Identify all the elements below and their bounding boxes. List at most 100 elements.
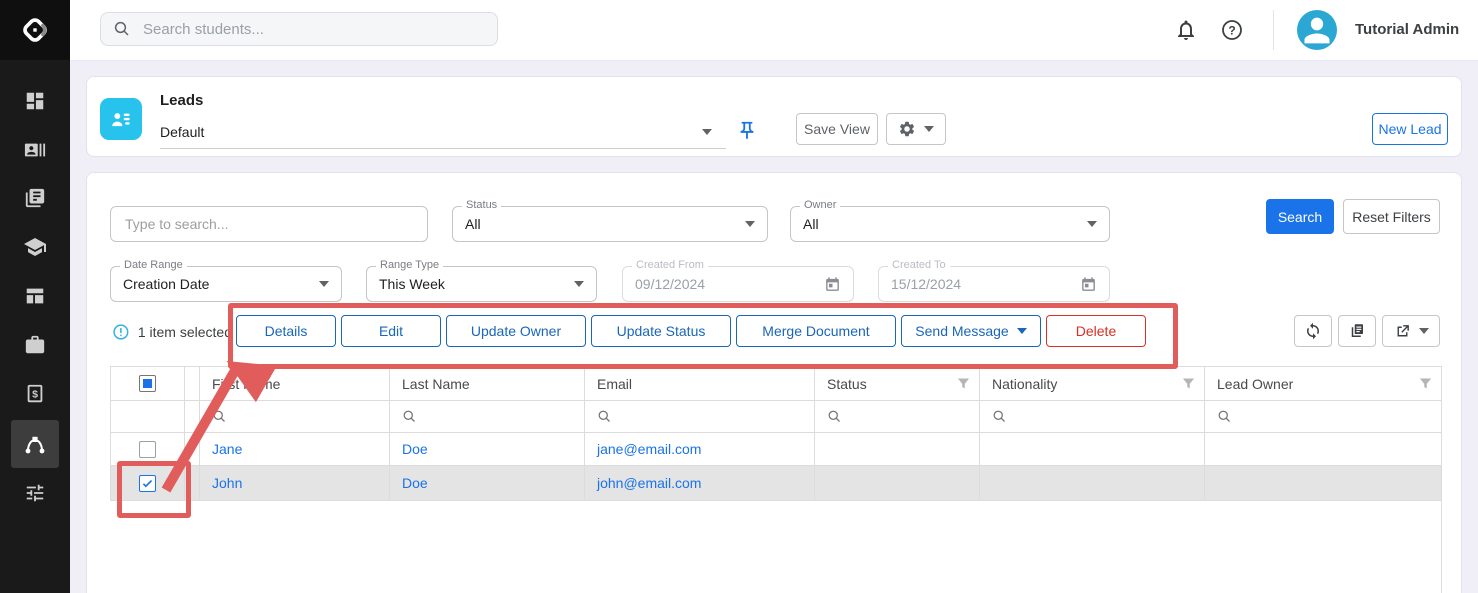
col-label: Email [597,376,632,392]
help-icon: ? [1220,18,1244,42]
quick-search-input[interactable] [123,215,415,233]
filter-funnel-icon[interactable] [1181,376,1196,391]
avatar[interactable] [1297,10,1337,50]
chevron-down-icon [924,126,934,132]
update-owner-button[interactable]: Update Owner [446,315,586,347]
dollar-banner-icon: $ [24,383,46,405]
export-button[interactable] [1382,315,1440,347]
refresh-button[interactable] [1294,315,1332,347]
chevron-down-icon [1087,221,1097,227]
search-icon [113,20,131,38]
created-to-field[interactable]: Created To 15/12/2024 [878,266,1110,302]
new-lead-button[interactable]: New Lead [1372,113,1448,145]
col-header-email[interactable]: Email [585,367,815,400]
search-email[interactable] [585,401,815,432]
view-settings-button[interactable] [886,113,946,145]
status-filter-select[interactable]: Status All [452,206,768,242]
created-from-field[interactable]: Created From 09/12/2024 [622,266,854,302]
cell-email: jane@email.com [585,433,815,465]
sidebar-item-briefcase[interactable] [11,321,59,369]
last-name-link[interactable]: Doe [402,441,428,457]
date-range-select[interactable]: Date Range Creation Date [110,266,342,302]
last-name-link[interactable]: Doe [402,475,428,491]
table-row[interactable]: Jane Doe jane@email.com [110,433,1442,466]
topbar: ? Tutorial Admin [70,0,1478,61]
sidebar-item-pages[interactable] [11,174,59,222]
sidebar-item-education[interactable] [11,223,59,271]
layout-icon [24,285,46,307]
search-nationality[interactable] [980,401,1205,432]
col-header-nationality[interactable]: Nationality [980,367,1205,400]
sidebar-item-dashboard[interactable] [11,77,59,125]
delete-label: Delete [1076,323,1116,339]
sidebar-item-layout[interactable] [11,272,59,320]
update-status-button[interactable]: Update Status [591,315,731,347]
global-search-input[interactable] [141,20,485,39]
range-type-select[interactable]: Range Type This Week [366,266,597,302]
help-button[interactable]: ? [1218,16,1246,44]
status-filter-value: All [465,216,745,232]
view-selector[interactable]: Default [160,116,726,149]
merge-document-button[interactable]: Merge Document [736,315,896,347]
cell-nationality [980,433,1205,465]
check-icon [141,477,154,490]
owner-filter-select[interactable]: Owner All [790,206,1110,242]
bell-icon [1174,18,1198,42]
row-checkbox[interactable] [139,441,156,458]
quick-search-field[interactable] [110,206,428,242]
first-name-link[interactable]: Jane [212,441,242,457]
cell-nationality [980,466,1205,500]
search-last-name[interactable] [390,401,585,432]
select-all-checkbox[interactable] [139,375,156,392]
filter-funnel-icon[interactable] [1418,376,1433,391]
col-header-lead-owner[interactable]: Lead Owner [1205,367,1442,400]
export-icon [1394,323,1411,340]
reset-filters-button[interactable]: Reset Filters [1343,199,1440,234]
col-header-last-name[interactable]: Last Name [390,367,585,400]
sidebar-item-billing[interactable]: $ [11,370,59,418]
pin-view-button[interactable] [734,118,760,144]
col-header-first-name[interactable]: First Name [200,367,390,400]
delete-button[interactable]: Delete [1046,315,1146,347]
col-label: Last Name [402,376,470,392]
details-button[interactable]: Details [236,315,336,347]
owner-filter-label: Owner [800,199,840,211]
row-select-cell [110,466,185,500]
sidebar-item-leads-active[interactable] [11,420,59,468]
save-view-button[interactable]: Save View [796,113,878,145]
row-checkbox-checked[interactable] [139,475,156,492]
search-lead-owner[interactable] [1205,401,1442,432]
calendar-icon[interactable] [1080,276,1097,293]
sidebar-item-contacts[interactable] [11,126,59,174]
columns-icon [1348,322,1366,340]
chevron-down-icon [319,281,329,287]
email-link[interactable]: john@email.com [597,475,701,491]
app-logo[interactable] [0,0,70,60]
sliders-icon [24,482,46,504]
edit-button[interactable]: Edit [341,315,441,347]
col-header-status[interactable]: Status [815,367,980,400]
search-first-name[interactable] [200,401,390,432]
details-label: Details [265,323,308,339]
cell-first-name: John [200,466,390,500]
email-link[interactable]: jane@email.com [597,441,701,457]
filter-funnel-icon[interactable] [956,376,971,391]
dashboard-icon [24,90,46,112]
update-owner-label: Update Owner [471,323,561,339]
notifications-button[interactable] [1172,16,1200,44]
chevron-down-icon [1419,328,1429,334]
global-search[interactable] [100,12,498,46]
first-name-link[interactable]: John [212,475,242,491]
search-cell [110,401,185,432]
search-button[interactable]: Search [1266,199,1334,234]
sidebar-item-settings[interactable] [11,469,59,517]
info-icon [112,323,130,341]
send-message-button[interactable]: Send Message [901,315,1041,347]
select-all-cell [110,367,185,400]
table-header-row: First Name Last Name Email Status Nation… [110,367,1442,401]
search-status[interactable] [815,401,980,432]
calendar-icon[interactable] [824,276,841,293]
created-to-value: 15/12/2024 [891,276,1080,292]
choose-columns-button[interactable] [1338,315,1376,347]
table-row-selected[interactable]: John Doe john@email.com [110,466,1442,501]
